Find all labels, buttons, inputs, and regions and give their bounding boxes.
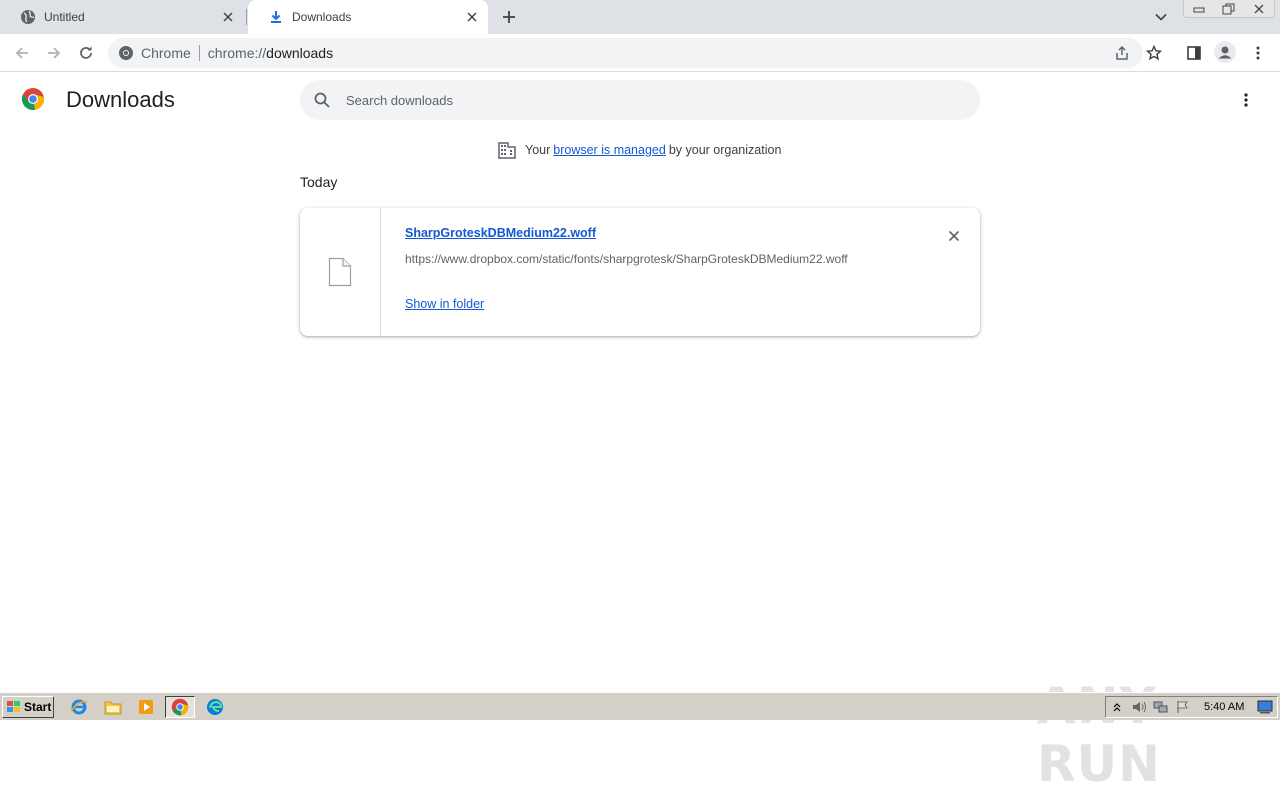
reload-button[interactable] <box>72 39 100 67</box>
tab-untitled[interactable]: Untitled <box>0 0 244 34</box>
action-center-flag-icon[interactable] <box>1172 698 1194 716</box>
chrome-taskbar-button[interactable] <box>165 696 195 718</box>
download-item: SharpGroteskDBMedium22.woff https://www.… <box>300 208 980 336</box>
profile-button[interactable] <box>1213 40 1237 64</box>
kebab-menu-icon <box>1256 46 1260 60</box>
show-desktop-icon[interactable] <box>1254 698 1276 716</box>
media-player-icon[interactable] <box>135 697 157 717</box>
forward-button[interactable] <box>40 39 68 67</box>
taskbar-clock[interactable]: 5:40 AM <box>1204 701 1244 713</box>
site-chip: Chrome <box>141 45 191 61</box>
restore-icon <box>1222 3 1235 14</box>
new-tab-button[interactable] <box>498 6 520 28</box>
windows-taskbar: Start 5:40 AM <box>0 692 1280 720</box>
downloads-page: Downloads Search downloads Your browser … <box>0 72 1280 793</box>
managed-prefix: Your <box>525 143 551 157</box>
building-icon <box>497 140 517 160</box>
downloads-menu-button[interactable] <box>1234 88 1258 112</box>
start-button[interactable]: Start <box>2 696 54 718</box>
browser-toolbar: Chrome chrome://downloads <box>0 34 1280 72</box>
url-scheme: chrome:// <box>207 45 267 61</box>
system-tray: 5:40 AM <box>1105 696 1278 718</box>
reload-icon <box>80 46 92 59</box>
close-window-button[interactable] <box>1244 0 1274 17</box>
back-button[interactable] <box>8 39 36 67</box>
show-in-folder-link[interactable]: Show in folder <box>405 297 484 311</box>
share-icon <box>1116 45 1128 60</box>
close-icon[interactable] <box>462 7 482 27</box>
share-button[interactable] <box>1110 41 1134 65</box>
tab-title: Untitled <box>44 10 85 24</box>
close-icon <box>948 230 960 242</box>
file-icon-column <box>300 208 381 336</box>
chrome-site-icon <box>118 45 134 61</box>
download-icon <box>268 9 284 25</box>
browser-managed-link[interactable]: browser is managed <box>553 143 666 157</box>
tab-search-button[interactable] <box>1150 6 1172 28</box>
page-title: Downloads <box>66 87 175 112</box>
download-file-name-link[interactable]: SharpGroteskDBMedium22.woff <box>405 226 596 240</box>
avatar-icon <box>1214 41 1236 63</box>
tray-expand-icon[interactable] <box>1106 698 1128 716</box>
tab-strip: Untitled Downloads <box>0 0 1280 34</box>
side-panel-button[interactable] <box>1182 41 1206 65</box>
search-placeholder: Search downloads <box>346 92 453 108</box>
plus-icon <box>503 11 515 23</box>
edge-icon[interactable] <box>204 697 226 717</box>
file-icon <box>328 257 352 287</box>
tab-separator <box>246 9 247 25</box>
chrome-logo <box>21 87 45 111</box>
side-panel-icon <box>1187 46 1201 60</box>
remove-download-button[interactable] <box>942 224 966 248</box>
close-icon <box>1254 4 1264 13</box>
internet-explorer-icon[interactable] <box>68 697 90 717</box>
arrow-left-icon <box>15 47 28 59</box>
start-label: Start <box>24 700 52 714</box>
address-bar[interactable]: Chrome chrome://downloads <box>108 38 1143 68</box>
tab-downloads[interactable]: Downloads <box>248 0 488 34</box>
globe-icon <box>20 9 36 25</box>
chevron-down-icon <box>1155 13 1167 21</box>
arrow-right-icon <box>48 47 61 59</box>
volume-icon[interactable] <box>1128 698 1150 716</box>
kebab-menu-icon <box>1244 93 1248 107</box>
window-controls <box>1183 0 1275 18</box>
omnibox-divider <box>198 45 200 61</box>
chrome-menu-button[interactable] <box>1246 41 1270 65</box>
file-explorer-icon[interactable] <box>102 697 124 717</box>
close-icon[interactable] <box>218 7 238 27</box>
chrome-icon <box>171 698 189 716</box>
url-host: downloads <box>266 45 334 61</box>
minimize-icon <box>1193 7 1205 12</box>
bookmark-star-button[interactable] <box>1142 41 1166 65</box>
tab-title: Downloads <box>292 10 352 24</box>
search-downloads-field[interactable]: Search downloads <box>300 80 980 120</box>
download-source-url: https://www.dropbox.com/static/fonts/sha… <box>405 252 848 266</box>
network-icon[interactable] <box>1150 698 1172 716</box>
minimize-button[interactable] <box>1184 0 1214 17</box>
managed-suffix: by your organization <box>668 143 782 157</box>
windows-logo-icon <box>6 700 22 714</box>
search-icon <box>313 91 331 109</box>
managed-notice: Your browser is managed by your organiza… <box>497 140 781 160</box>
restore-button[interactable] <box>1214 0 1244 17</box>
star-icon <box>1146 45 1162 61</box>
date-header: Today <box>300 174 338 190</box>
